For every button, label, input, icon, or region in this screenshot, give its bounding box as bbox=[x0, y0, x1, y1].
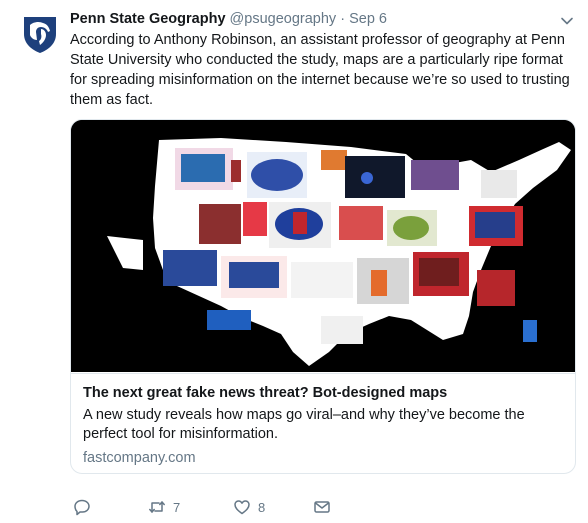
author-handle[interactable]: @psugeography bbox=[230, 11, 337, 27]
tweet[interactable]: Penn State Geography @psugeography · Sep… bbox=[0, 0, 588, 523]
header-separator: · bbox=[340, 11, 346, 27]
author-name[interactable]: Penn State Geography bbox=[70, 11, 226, 27]
us-map-collage-image bbox=[71, 120, 575, 372]
avatar[interactable] bbox=[20, 14, 60, 54]
reply-button[interactable] bbox=[73, 496, 91, 518]
like-button[interactable]: 8 bbox=[233, 496, 265, 518]
tweet-date[interactable]: Sep 6 bbox=[349, 11, 387, 27]
penn-state-shield-logo bbox=[24, 17, 56, 53]
link-card[interactable]: The next great fake news threat? Bot-des… bbox=[70, 119, 576, 474]
retweet-count: 7 bbox=[173, 499, 181, 515]
tweet-header: Penn State Geography @psugeography · Sep… bbox=[70, 10, 387, 28]
reply-icon bbox=[74, 499, 90, 516]
tweet-text: According to Anthony Robinson, an assist… bbox=[70, 32, 570, 108]
more-options-chevron-icon[interactable] bbox=[560, 14, 574, 28]
heart-icon bbox=[234, 500, 250, 515]
retweet-icon bbox=[149, 501, 165, 513]
like-count: 8 bbox=[258, 499, 266, 515]
envelope-icon bbox=[314, 501, 330, 513]
card-title[interactable]: The next great fake news threat? Bot-des… bbox=[83, 384, 565, 402]
retweet-button[interactable]: 7 bbox=[148, 496, 180, 518]
card-image[interactable] bbox=[71, 120, 575, 372]
tweet-actions: 7 8 bbox=[70, 496, 530, 518]
card-meta: The next great fake news threat? Bot-des… bbox=[71, 373, 575, 473]
card-description: A new study reveals how maps go viral–an… bbox=[83, 407, 525, 442]
direct-message-button[interactable] bbox=[313, 496, 331, 518]
card-domain[interactable]: fastcompany.com bbox=[83, 449, 565, 467]
